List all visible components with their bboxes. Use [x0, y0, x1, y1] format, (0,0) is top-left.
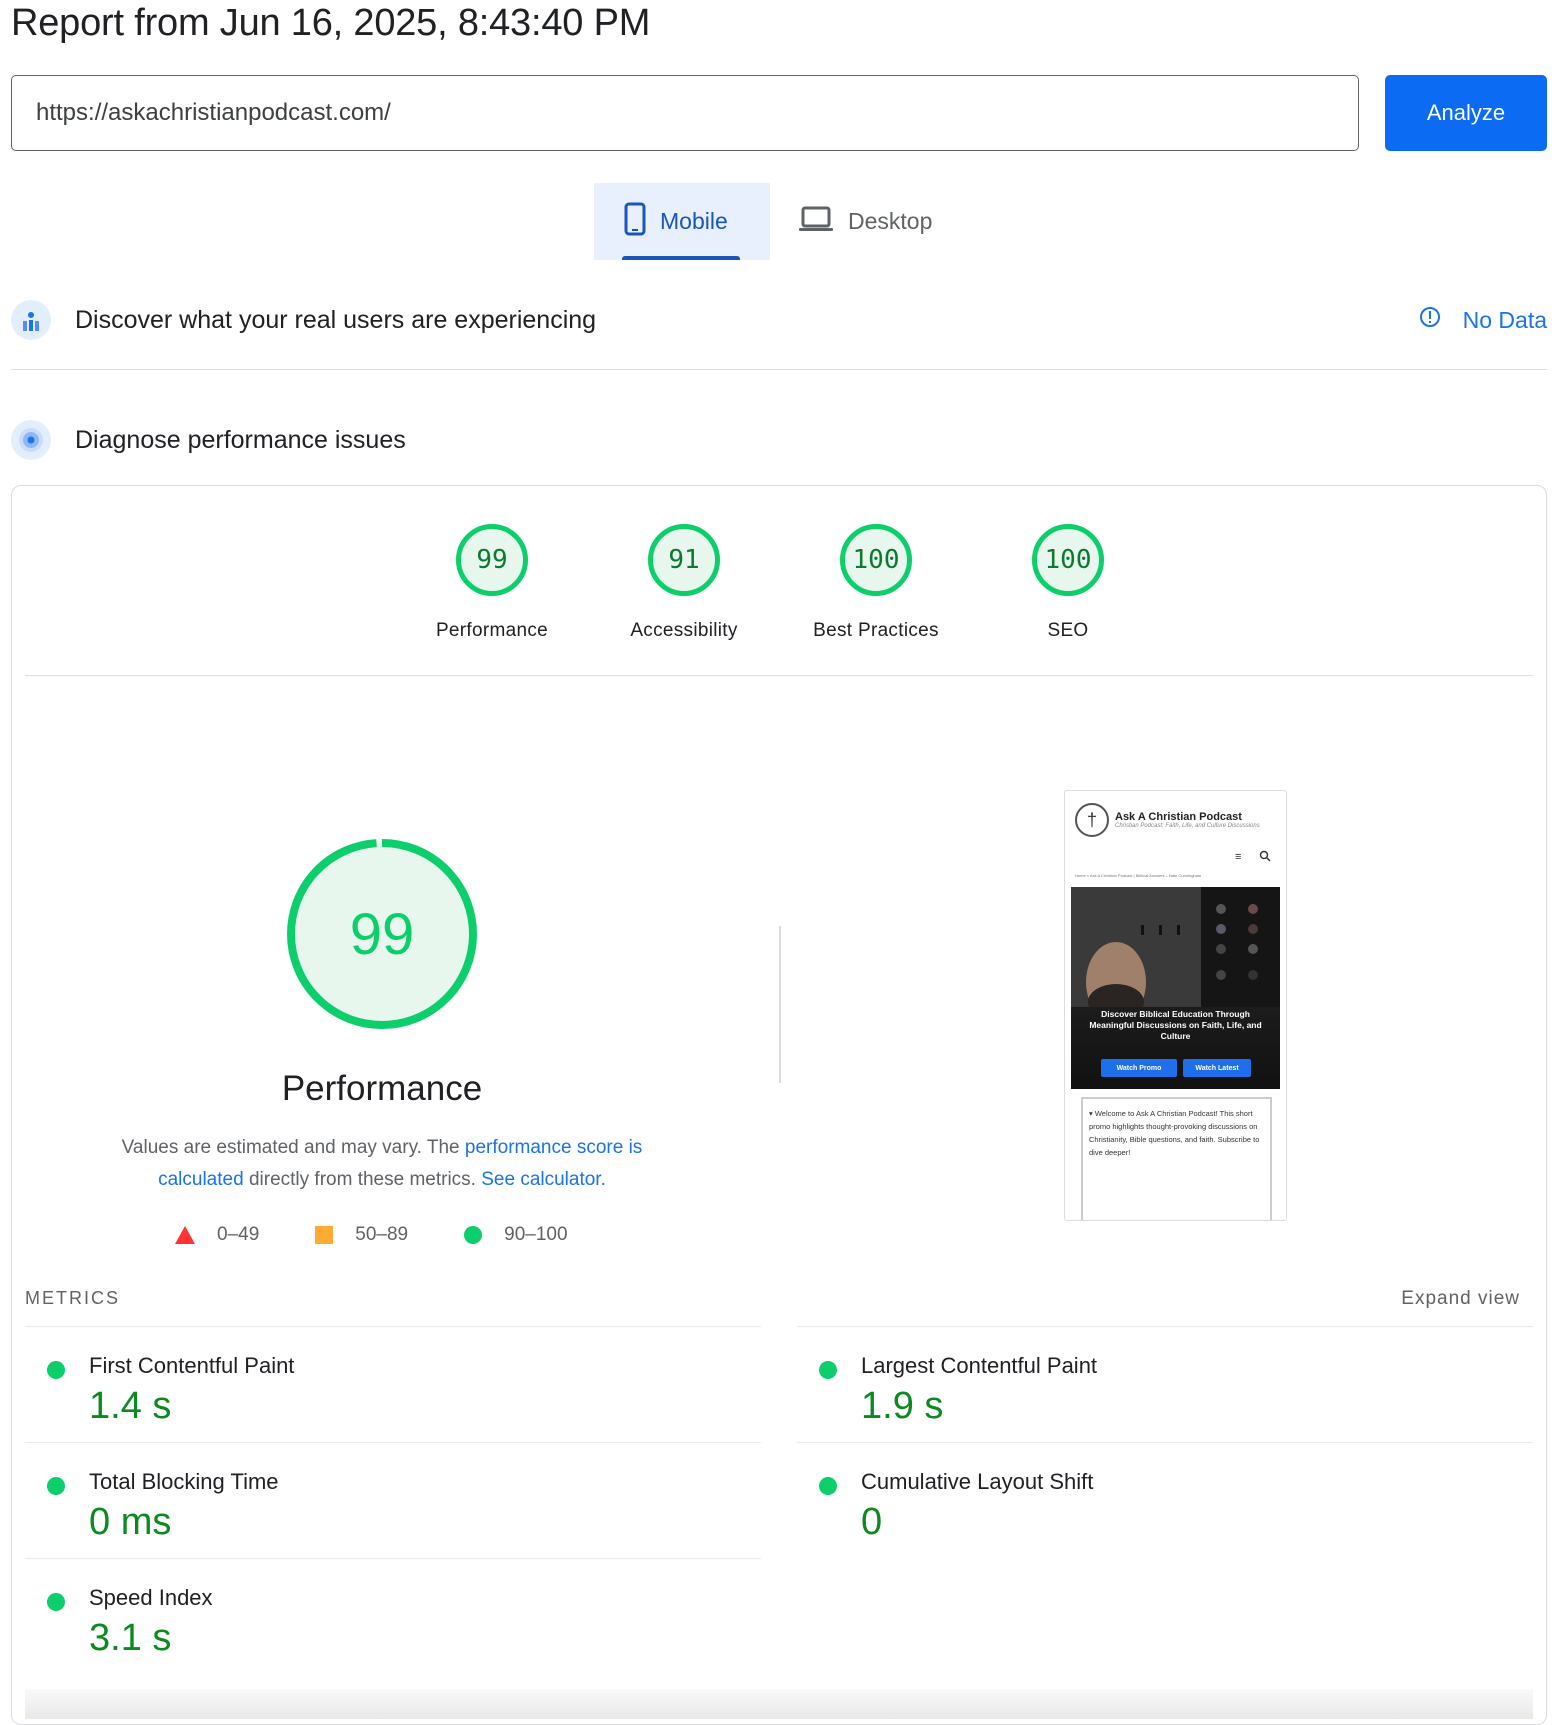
metric-value: 0	[861, 1501, 883, 1543]
expand-view-toggle[interactable]: Expand view	[1401, 1288, 1520, 1310]
metric-name: Cumulative Layout Shift	[861, 1469, 1094, 1494]
legend-range: 50–89	[355, 1224, 409, 1245]
legend-range: 0–49	[217, 1224, 260, 1245]
bottom-fade-bar	[25, 1689, 1533, 1719]
performance-description: Values are estimated and may vary. The p…	[102, 1132, 662, 1196]
phone-icon	[624, 202, 646, 242]
gauge-accessibility[interactable]: 91 Accessibility	[604, 524, 764, 642]
device-tabs: Mobile Desktop	[594, 183, 958, 260]
legend-item-average: 50–89	[315, 1224, 408, 1246]
users-chart-icon	[11, 300, 51, 340]
divider	[11, 369, 1547, 370]
screenshot-breadcrumb: Home » Ask A Christian Podcast | Biblica…	[1075, 873, 1202, 878]
score-legend: 0–49 50–89 90–100	[175, 1224, 624, 1246]
metric-value: 0 ms	[89, 1501, 172, 1543]
gauge-label: Best Practices	[813, 620, 939, 641]
screenshot-site-title: Ask A Christian Podcast	[1115, 811, 1242, 823]
tab-desktop[interactable]: Desktop	[770, 183, 958, 260]
tab-label: Mobile	[660, 208, 728, 234]
metric-value: 1.9 s	[861, 1385, 944, 1427]
screenshot-header: † Ask A Christian Podcast Christian Podc…	[1075, 803, 1260, 837]
lab-data-heading: Diagnose performance issues	[75, 425, 406, 454]
divider	[25, 675, 1533, 676]
final-screenshot[interactable]: † Ask A Christian Podcast Christian Podc…	[1064, 790, 1287, 1221]
desc-text: directly from these metrics.	[243, 1169, 482, 1190]
menu-icon: ≡	[1235, 851, 1242, 863]
metric-name: Speed Index	[89, 1585, 213, 1610]
metric-speed-index: Speed Index 3.1 s	[25, 1558, 761, 1674]
screenshot-welcome-box: ▾ Welcome to Ask A Christian Podcast! Th…	[1081, 1097, 1272, 1220]
metric-name: First Contentful Paint	[89, 1353, 295, 1378]
gauge-best-practices[interactable]: 100 Best Practices	[796, 524, 956, 642]
report-title: Report from Jun 16, 2025, 8:43:40 PM	[11, 2, 651, 44]
gauge-score: 100	[840, 524, 912, 596]
gauge-score: 91	[648, 524, 720, 596]
performance-title: Performance	[281, 1069, 483, 1108]
metric-lcp: Largest Contentful Paint 1.9 s	[797, 1326, 1533, 1442]
metric-cls: Cumulative Layout Shift 0	[797, 1442, 1533, 1558]
search-icon	[1259, 849, 1271, 867]
metrics-label: METRICS	[25, 1288, 120, 1308]
screenshot-tagline: Christian Podcast: Faith, Life, and Cult…	[1115, 823, 1260, 829]
gauge-performance[interactable]: 99 Performance	[412, 524, 572, 642]
lab-data-section: Diagnose performance issues	[11, 400, 1547, 480]
metric-name: Largest Contentful Paint	[861, 1353, 1098, 1378]
gauge-label: Performance	[435, 620, 549, 641]
tab-mobile[interactable]: Mobile	[594, 183, 770, 260]
field-data-section: Discover what your real users are experi…	[11, 280, 1547, 360]
hero-image	[1071, 887, 1280, 1007]
diagnose-target-icon	[11, 420, 51, 460]
analyze-button[interactable]: Analyze	[1385, 75, 1547, 151]
gauge-score: 99	[456, 524, 528, 596]
laptop-icon	[798, 205, 834, 239]
average-square-icon	[315, 1226, 334, 1244]
see-calculator-link[interactable]: See calculator.	[481, 1169, 606, 1190]
no-data-label: No Data	[1462, 306, 1547, 333]
pass-circle-icon	[819, 1477, 837, 1495]
url-input[interactable]	[11, 75, 1359, 151]
tab-label: Desktop	[848, 208, 933, 234]
legend-item-pass: 90–100	[464, 1224, 568, 1246]
no-data-status[interactable]: No Data	[1419, 306, 1547, 334]
pass-circle-icon	[464, 1226, 483, 1244]
gauge-seo[interactable]: 100 SEO	[988, 524, 1148, 642]
info-icon	[1419, 306, 1441, 334]
pass-circle-icon	[47, 1477, 65, 1495]
watch-latest-button: Watch Latest	[1183, 1059, 1251, 1077]
vertical-divider	[779, 926, 781, 1083]
fail-triangle-icon	[175, 1226, 195, 1244]
metric-fcp: First Contentful Paint 1.4 s	[25, 1326, 761, 1442]
metric-value: 3.1 s	[89, 1617, 172, 1659]
gauge-label: Accessibility	[630, 620, 738, 641]
legend-item-fail: 0–49	[175, 1224, 259, 1246]
metric-value: 1.4 s	[89, 1385, 172, 1427]
legend-range: 90–100	[504, 1224, 568, 1245]
category-gauges: 99 Performance 91 Accessibility 100 Best…	[12, 524, 1546, 664]
pass-circle-icon	[819, 1361, 837, 1379]
pass-circle-icon	[47, 1361, 65, 1379]
field-data-heading: Discover what your real users are experi…	[75, 305, 597, 334]
pass-circle-icon	[47, 1593, 65, 1611]
gauge-score: 100	[1032, 524, 1104, 596]
watch-promo-button: Watch Promo	[1101, 1059, 1177, 1077]
performance-big-gauge: 99	[286, 838, 478, 1030]
podcast-logo: †	[1075, 803, 1109, 837]
screenshot-hero-text: Discover Biblical Education Through Mean…	[1089, 1009, 1262, 1041]
desc-text: Values are estimated and may vary. The	[121, 1137, 465, 1158]
metric-name: Total Blocking Time	[89, 1469, 279, 1494]
lighthouse-report-card: 99 Performance 91 Accessibility 100 Best…	[11, 485, 1547, 1725]
gauge-label: SEO	[1047, 620, 1089, 641]
screenshot-hero: Discover Biblical Education Through Mean…	[1071, 887, 1280, 1089]
active-tab-indicator	[622, 256, 740, 260]
metric-tbt: Total Blocking Time 0 ms	[25, 1442, 761, 1558]
performance-score: 99	[349, 901, 415, 967]
